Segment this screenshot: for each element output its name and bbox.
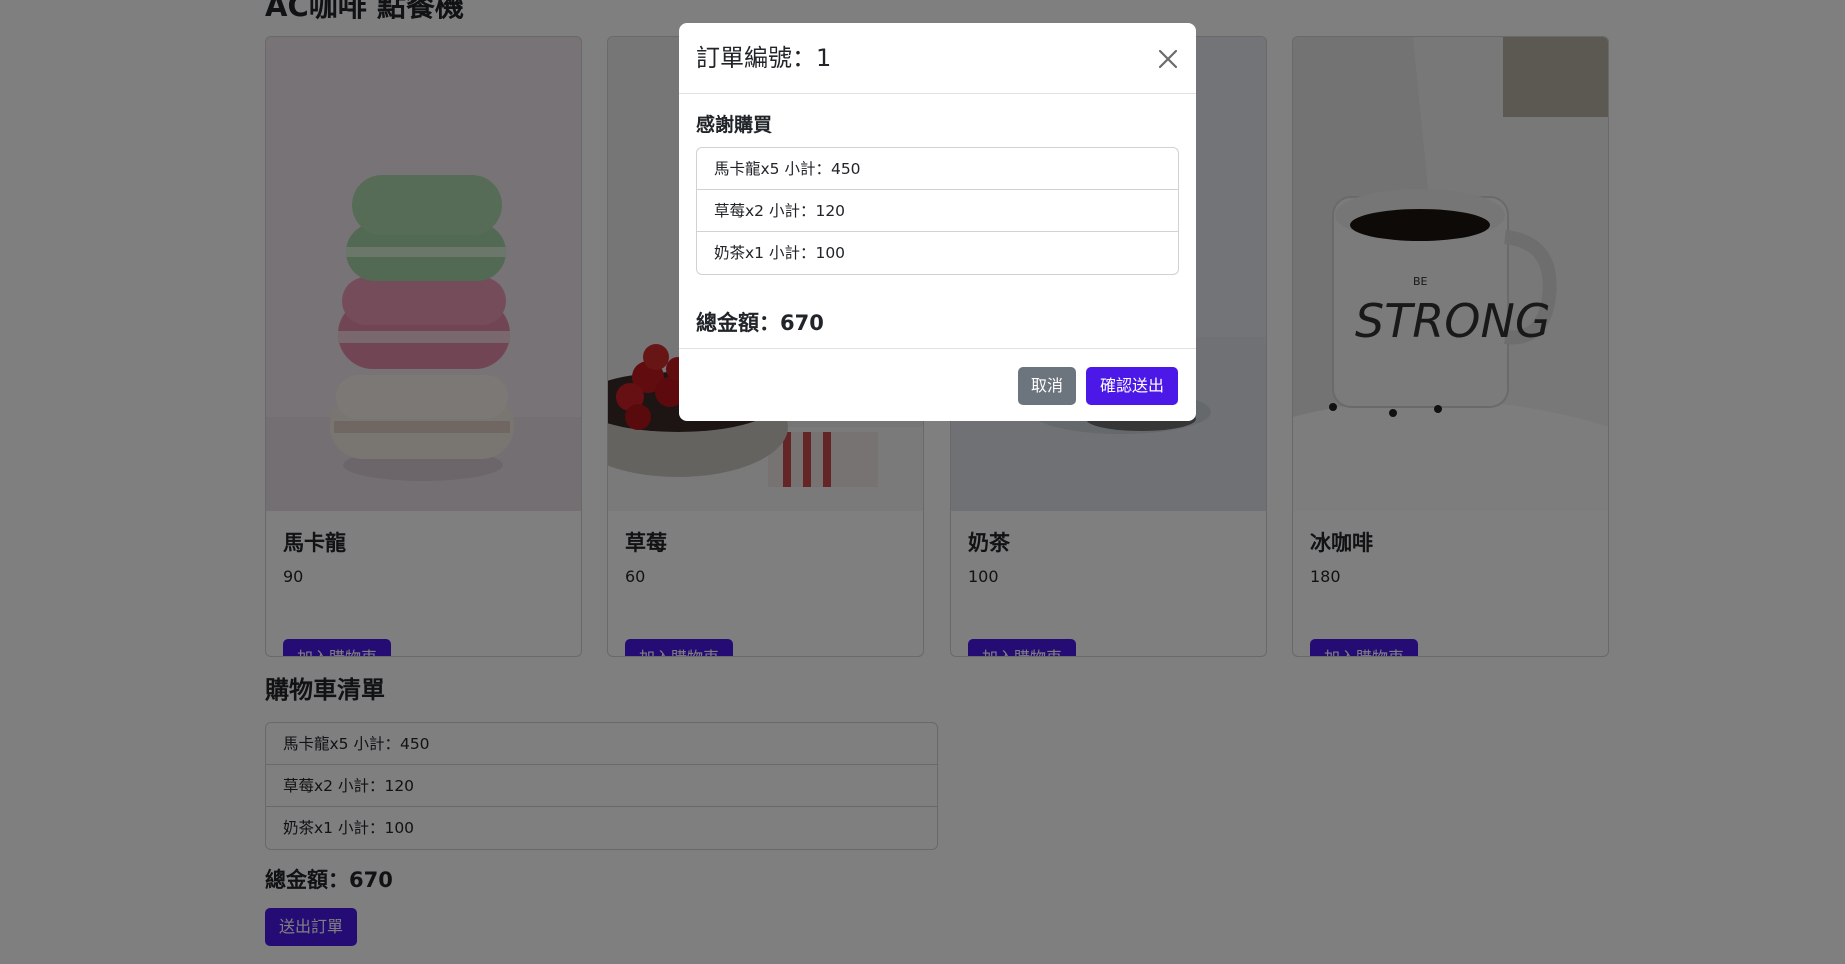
modal-order-list: 馬卡龍x5 小計：450 草莓x2 小計：120 奶茶x1 小計：100 bbox=[696, 147, 1179, 275]
modal-list-item: 草莓x2 小計：120 bbox=[697, 190, 1178, 232]
modal-header: 訂單編號：1 bbox=[679, 23, 1196, 94]
modal-list-item: 馬卡龍x5 小計：450 bbox=[697, 148, 1178, 190]
modal-body: 感謝購買 馬卡龍x5 小計：450 草莓x2 小計：120 奶茶x1 小計：10… bbox=[696, 111, 1179, 335]
modal-close-button[interactable] bbox=[1152, 43, 1184, 75]
modal-footer: 取消 確認送出 bbox=[679, 348, 1196, 421]
close-icon bbox=[1158, 49, 1178, 69]
confirm-submit-button[interactable]: 確認送出 bbox=[1086, 367, 1179, 405]
modal-total: 總金額：670 bbox=[696, 311, 824, 335]
modal-subtitle: 感謝購買 bbox=[696, 114, 773, 136]
cancel-button[interactable]: 取消 bbox=[1018, 367, 1077, 405]
modal-list-item: 奶茶x1 小計：100 bbox=[714, 244, 846, 262]
order-modal: 訂單編號：1 感謝購買 馬卡龍x5 小計：450 草莓x2 小計：120 奶茶x… bbox=[679, 23, 1196, 421]
modal-title: 訂單編號：1 bbox=[696, 44, 832, 72]
